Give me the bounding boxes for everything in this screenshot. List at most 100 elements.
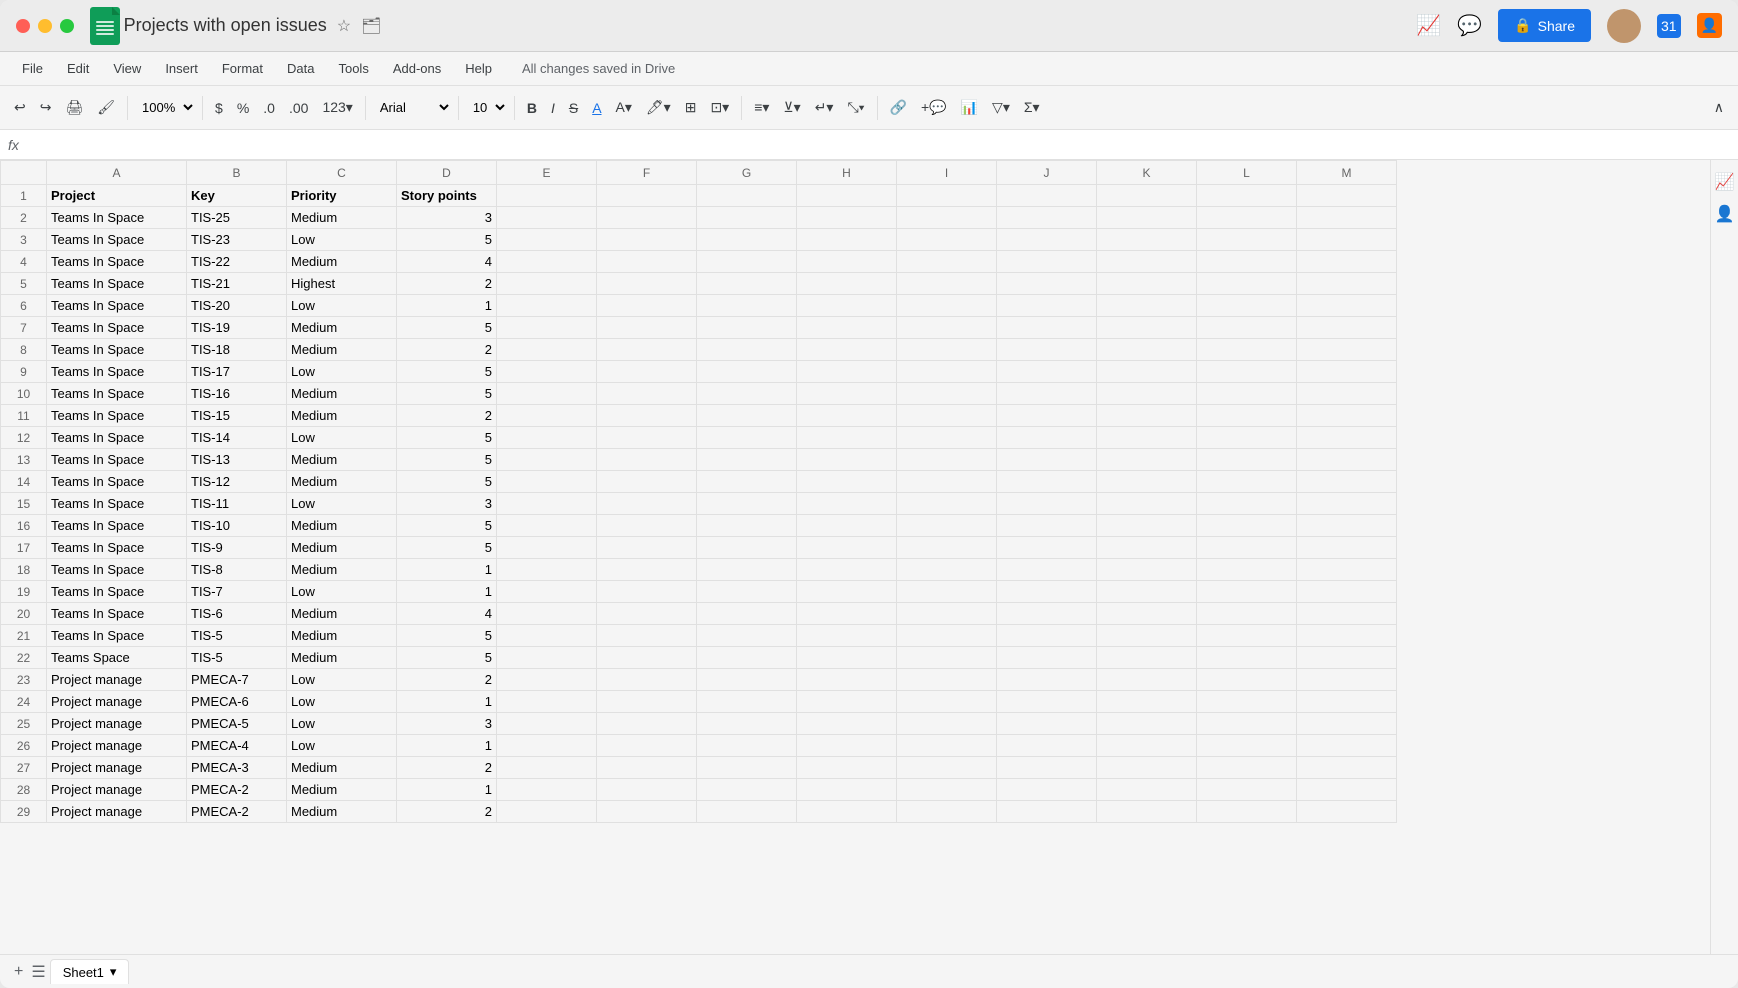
empty-cell[interactable] bbox=[1197, 251, 1297, 273]
empty-cell[interactable] bbox=[997, 317, 1097, 339]
cell-key[interactable]: TIS-13 bbox=[187, 449, 287, 471]
empty-cell[interactable] bbox=[997, 493, 1097, 515]
cell-story-points[interactable]: 4 bbox=[397, 251, 497, 273]
cell-project[interactable]: Project manage bbox=[47, 735, 187, 757]
col-header-a[interactable]: A bbox=[47, 161, 187, 185]
empty-cell[interactable] bbox=[597, 647, 697, 669]
header-story-points[interactable]: Story points bbox=[397, 185, 497, 207]
empty-cell[interactable] bbox=[1197, 537, 1297, 559]
empty-cell[interactable] bbox=[1297, 229, 1397, 251]
empty-cell[interactable] bbox=[897, 361, 997, 383]
empty-cell[interactable] bbox=[1297, 449, 1397, 471]
empty-cell[interactable] bbox=[697, 691, 797, 713]
align-button[interactable]: ≡▾ bbox=[748, 95, 775, 120]
cell-key[interactable]: TIS-14 bbox=[187, 427, 287, 449]
empty-cell[interactable] bbox=[1097, 515, 1197, 537]
paint-format-button[interactable]: 🖌 bbox=[91, 95, 121, 120]
empty-cell[interactable] bbox=[1297, 581, 1397, 603]
empty-cell[interactable] bbox=[497, 405, 597, 427]
cell-key[interactable]: TIS-18 bbox=[187, 339, 287, 361]
empty-cell[interactable] bbox=[597, 691, 697, 713]
empty-cell[interactable] bbox=[597, 779, 697, 801]
sheets-menu-button[interactable]: ☰ bbox=[27, 958, 49, 986]
cell-project[interactable]: Teams In Space bbox=[47, 295, 187, 317]
empty-cell[interactable] bbox=[497, 361, 597, 383]
empty-cell[interactable] bbox=[797, 713, 897, 735]
empty-cell[interactable] bbox=[1197, 603, 1297, 625]
cell-project[interactable]: Teams In Space bbox=[47, 383, 187, 405]
cell-priority[interactable]: Low bbox=[287, 361, 397, 383]
document-title[interactable]: Projects with open issues bbox=[124, 15, 327, 36]
empty-cell[interactable] bbox=[897, 625, 997, 647]
cell-key[interactable]: TIS-20 bbox=[187, 295, 287, 317]
comment-button[interactable]: +💬 bbox=[915, 95, 953, 120]
empty-cell[interactable] bbox=[497, 581, 597, 603]
cell-priority[interactable]: Medium bbox=[287, 801, 397, 823]
collapse-toolbar-button[interactable]: ∧ bbox=[1708, 95, 1730, 120]
cell-priority[interactable]: Medium bbox=[287, 757, 397, 779]
empty-cell[interactable] bbox=[1197, 383, 1297, 405]
empty-cell[interactable] bbox=[697, 625, 797, 647]
empty-cell[interactable] bbox=[497, 537, 597, 559]
empty-cell[interactable] bbox=[597, 493, 697, 515]
empty-cell[interactable] bbox=[997, 669, 1097, 691]
number-format-button[interactable]: 123▾ bbox=[316, 95, 358, 120]
empty-cell[interactable] bbox=[1297, 493, 1397, 515]
empty-cell[interactable] bbox=[797, 449, 897, 471]
cell-key[interactable]: TIS-17 bbox=[187, 361, 287, 383]
empty-cell[interactable] bbox=[1097, 713, 1197, 735]
zoom-selector[interactable]: 100% bbox=[134, 97, 196, 118]
empty-cell[interactable] bbox=[1297, 669, 1397, 691]
empty-cell[interactable] bbox=[1097, 405, 1197, 427]
col-header-g[interactable]: G bbox=[697, 161, 797, 185]
cell-key[interactable]: PMECA-4 bbox=[187, 735, 287, 757]
empty-cell[interactable] bbox=[1297, 185, 1397, 207]
italic-button[interactable]: I bbox=[545, 96, 561, 120]
cell-story-points[interactable]: 1 bbox=[397, 559, 497, 581]
empty-cell[interactable] bbox=[1197, 317, 1297, 339]
empty-cell[interactable] bbox=[1097, 493, 1197, 515]
empty-cell[interactable] bbox=[1097, 559, 1197, 581]
empty-cell[interactable] bbox=[997, 207, 1097, 229]
cell-story-points[interactable]: 1 bbox=[397, 581, 497, 603]
empty-cell[interactable] bbox=[597, 339, 697, 361]
empty-cell[interactable] bbox=[697, 449, 797, 471]
empty-cell[interactable] bbox=[597, 185, 697, 207]
cell-key[interactable]: TIS-7 bbox=[187, 581, 287, 603]
empty-cell[interactable] bbox=[497, 185, 597, 207]
col-header-h[interactable]: H bbox=[797, 161, 897, 185]
col-header-m[interactable]: M bbox=[1297, 161, 1397, 185]
cell-project[interactable]: Teams In Space bbox=[47, 405, 187, 427]
empty-cell[interactable] bbox=[597, 625, 697, 647]
empty-cell[interactable] bbox=[497, 625, 597, 647]
empty-cell[interactable] bbox=[1297, 207, 1397, 229]
cell-priority[interactable]: Medium bbox=[287, 317, 397, 339]
empty-cell[interactable] bbox=[1197, 801, 1297, 823]
empty-cell[interactable] bbox=[697, 207, 797, 229]
empty-cell[interactable] bbox=[597, 251, 697, 273]
increase-decimals-button[interactable]: .00 bbox=[283, 96, 314, 120]
cell-key[interactable]: TIS-12 bbox=[187, 471, 287, 493]
empty-cell[interactable] bbox=[597, 735, 697, 757]
menu-tools[interactable]: Tools bbox=[328, 57, 378, 80]
cell-story-points[interactable]: 5 bbox=[397, 229, 497, 251]
empty-cell[interactable] bbox=[997, 361, 1097, 383]
empty-cell[interactable] bbox=[697, 669, 797, 691]
empty-cell[interactable] bbox=[1197, 449, 1297, 471]
empty-cell[interactable] bbox=[797, 361, 897, 383]
cell-priority[interactable]: Medium bbox=[287, 537, 397, 559]
empty-cell[interactable] bbox=[897, 449, 997, 471]
empty-cell[interactable] bbox=[1097, 229, 1197, 251]
empty-cell[interactable] bbox=[997, 559, 1097, 581]
cell-priority[interactable]: Low bbox=[287, 713, 397, 735]
empty-cell[interactable] bbox=[1197, 207, 1297, 229]
cell-project[interactable]: Project manage bbox=[47, 757, 187, 779]
cell-project[interactable]: Project manage bbox=[47, 801, 187, 823]
empty-cell[interactable] bbox=[597, 603, 697, 625]
borders-button[interactable]: ⊞ bbox=[679, 95, 703, 120]
col-header-b[interactable]: B bbox=[187, 161, 287, 185]
empty-cell[interactable] bbox=[597, 405, 697, 427]
cell-key[interactable]: TIS-5 bbox=[187, 625, 287, 647]
contacts-icon[interactable]: 👤 bbox=[1697, 13, 1722, 38]
empty-cell[interactable] bbox=[1197, 295, 1297, 317]
